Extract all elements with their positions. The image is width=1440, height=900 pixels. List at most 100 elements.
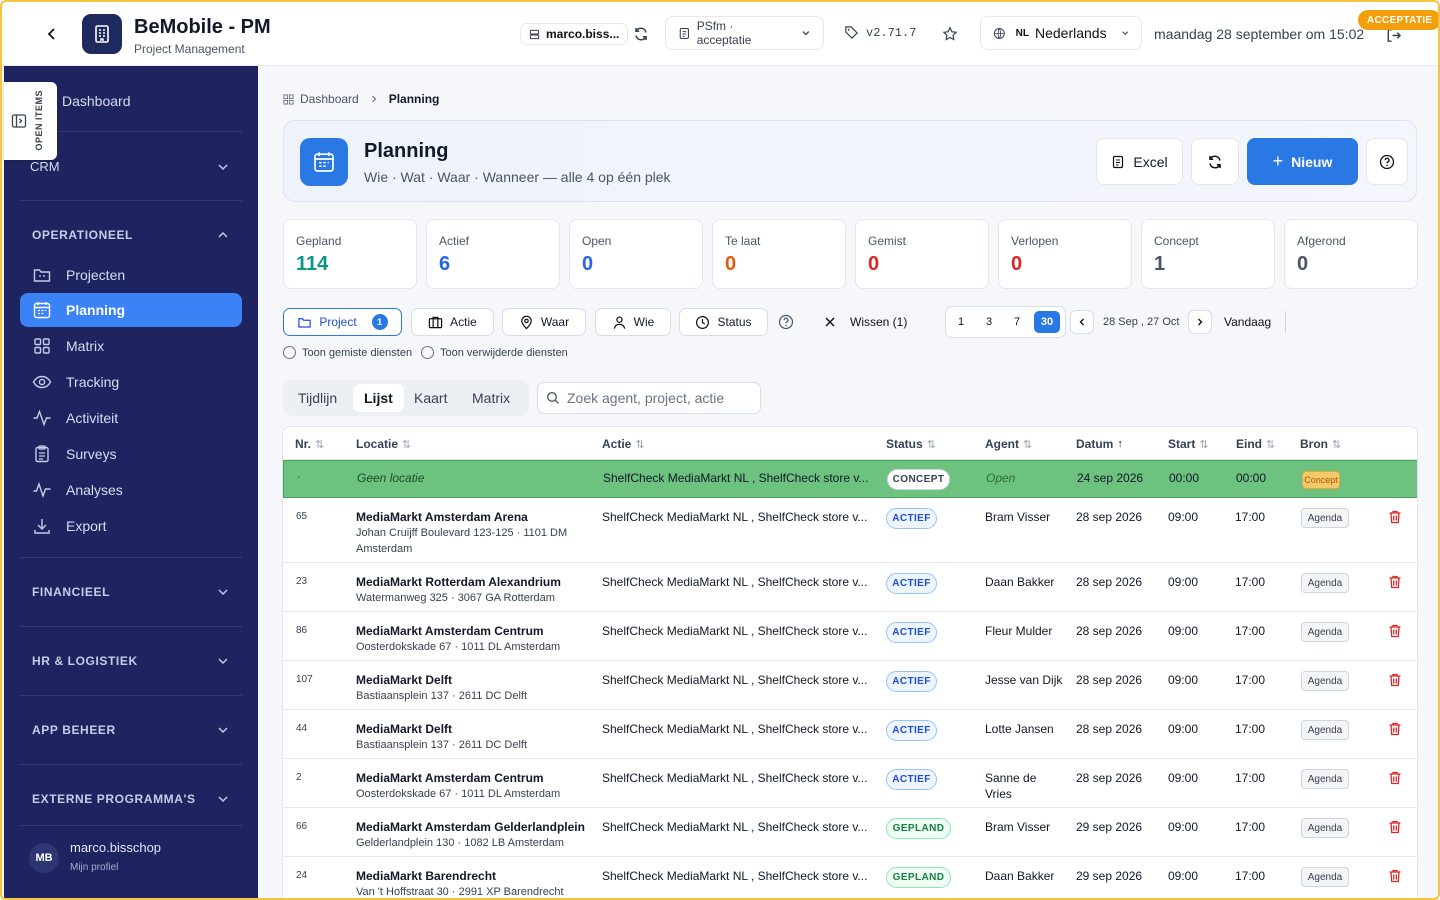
table-row[interactable]: 107 MediaMarkt Delft Bastiaansplein 137 · … [283, 661, 1417, 710]
stat-card-gemist[interactable]: Gemist 0 [855, 219, 989, 289]
sidebar-section-externe-programmas[interactable]: EXTERNE PROGRAMMA'S [32, 792, 196, 806]
tab-lijst[interactable]: Lijst [353, 384, 404, 412]
table-row[interactable]: 44 MediaMarkt Delft Bastiaansplein 137 · 2… [283, 710, 1417, 759]
breadcrumb-root[interactable]: Dashboard [300, 92, 359, 106]
range-3-days[interactable]: 3 [978, 311, 1000, 333]
new-button[interactable]: + Nieuw [1247, 138, 1358, 185]
table-row[interactable]: 65 MediaMarkt Amsterdam Arena Johan Cruijf… [283, 498, 1417, 563]
trash-icon[interactable] [1387, 574, 1403, 590]
range-7-days[interactable]: 7 [1006, 311, 1028, 333]
sidebar-item-analyses[interactable]: Analyses [20, 473, 242, 507]
chevron-down-icon[interactable] [216, 723, 230, 737]
stat-card-gepland[interactable]: Gepland 114 [283, 219, 417, 289]
app-logo[interactable] [82, 14, 122, 54]
previous-period-button[interactable] [1070, 310, 1094, 334]
source-agenda-button[interactable]: Agenda [1301, 671, 1349, 691]
chevron-down-icon[interactable] [216, 160, 230, 174]
source-agenda-button[interactable]: Agenda [1301, 573, 1349, 593]
favorite-button[interactable] [939, 23, 961, 45]
location-name[interactable]: MediaMarkt Delft [356, 721, 586, 737]
column-header-start[interactable]: Start ⇅ [1168, 437, 1209, 451]
tab-matrix[interactable]: Matrix [461, 384, 521, 412]
sidebar-section-hr-logistiek[interactable]: HR & LOGISTIEK [32, 654, 138, 668]
excel-button[interactable]: Excel [1096, 138, 1183, 185]
column-header-eind[interactable]: Eind ⇅ [1236, 437, 1275, 451]
sidebar-section-financieel[interactable]: FINANCIEEL [32, 585, 110, 599]
sidebar-item-projecten[interactable]: Projecten [20, 258, 242, 292]
next-period-button[interactable] [1188, 310, 1212, 334]
filter-help-button[interactable] [775, 311, 797, 333]
source-agenda-button[interactable]: Agenda [1301, 622, 1349, 642]
range-30-days[interactable]: 30 [1034, 311, 1060, 333]
chevron-down-icon[interactable] [216, 654, 230, 668]
chevron-down-icon[interactable] [216, 585, 230, 599]
stat-card-concept[interactable]: Concept 1 [1141, 219, 1275, 289]
stat-card-verlopen[interactable]: Verlopen 0 [998, 219, 1132, 289]
environment-select[interactable]: PSfm · acceptatie [665, 16, 824, 50]
range-1-day[interactable]: 1 [950, 311, 972, 333]
sidebar-item-tracking[interactable]: Tracking [20, 365, 242, 399]
filter-status[interactable]: Status [679, 308, 768, 336]
open-items-toggle[interactable]: OPEN ITEMS [4, 82, 57, 160]
avatar[interactable]: MB [29, 843, 59, 873]
show-missed-toggle[interactable]: Toon gemiste diensten [283, 346, 412, 359]
refresh-button[interactable] [1191, 138, 1239, 185]
sidebar-item-dashboard[interactable]: Dashboard [62, 93, 131, 109]
sidebar-item-export[interactable]: Export [20, 509, 242, 543]
chevron-up-icon[interactable] [216, 228, 230, 242]
filter-waar[interactable]: Waar [502, 308, 586, 336]
table-row[interactable]: 66 MediaMarkt Amsterdam Gelderlandplein Ge… [283, 808, 1417, 857]
location-name[interactable]: Geen locatie [357, 470, 587, 486]
filter-project[interactable]: Project 1 [283, 308, 402, 336]
source-agenda-button[interactable]: Agenda [1301, 818, 1349, 838]
location-name[interactable]: MediaMarkt Amsterdam Gelderlandplein [356, 819, 586, 835]
source-agenda-button[interactable]: Agenda [1301, 867, 1349, 887]
sidebar-section-app-beheer[interactable]: APP BEHEER [32, 723, 116, 737]
location-name[interactable]: MediaMarkt Amsterdam Arena [356, 509, 586, 525]
trash-icon[interactable] [1387, 623, 1403, 639]
column-header-status[interactable]: Status ⇅ [886, 437, 936, 451]
search-input[interactable] [567, 390, 737, 406]
column-header-datum[interactable]: Datum ↑ [1076, 437, 1123, 451]
trash-icon[interactable] [1387, 770, 1403, 786]
sidebar-item-activiteit[interactable]: Activiteit [20, 401, 242, 435]
filter-actie[interactable]: Actie [411, 308, 494, 336]
table-row[interactable]: 86 MediaMarkt Amsterdam Centrum Oosterdoks… [283, 612, 1417, 661]
clear-filters-button[interactable]: Wissen (1) [824, 315, 907, 329]
table-row[interactable]: 24 MediaMarkt Barendrecht Van 't Hoffstraa… [283, 857, 1417, 898]
location-name[interactable]: MediaMarkt Delft [356, 672, 586, 688]
stat-card-te-laat[interactable]: Te laat 0 [712, 219, 846, 289]
help-button[interactable] [1366, 138, 1408, 185]
sidebar-section-operationeel[interactable]: OPERATIONEEL [32, 228, 133, 242]
filter-wie[interactable]: Wie [595, 308, 671, 336]
refresh-session-button[interactable] [630, 23, 652, 45]
trash-icon[interactable] [1387, 509, 1403, 525]
location-name[interactable]: MediaMarkt Barendrecht [356, 868, 586, 884]
language-select[interactable]: NL Nederlands [980, 16, 1142, 50]
location-name[interactable]: MediaMarkt Amsterdam Centrum [356, 623, 586, 639]
table-row[interactable]: 2 MediaMarkt Amsterdam Centrum Oosterdoksk… [283, 759, 1417, 808]
tab-tijdlijn[interactable]: Tijdlijn [287, 384, 348, 412]
column-header-actie[interactable]: Actie ⇅ [602, 437, 645, 451]
source-agenda-button[interactable]: Agenda [1301, 508, 1349, 528]
stat-card-open[interactable]: Open 0 [569, 219, 703, 289]
source-agenda-button[interactable]: Agenda [1301, 769, 1349, 789]
trash-icon[interactable] [1387, 819, 1403, 835]
sidebar-item-planning[interactable]: Planning [20, 293, 242, 327]
sidebar-section-crm[interactable]: CRM [30, 159, 60, 174]
profile-link[interactable]: Mijn profiel [70, 862, 118, 873]
back-button[interactable] [40, 22, 64, 46]
trash-icon[interactable] [1387, 721, 1403, 737]
column-header-agent[interactable]: Agent ⇅ [985, 437, 1032, 451]
user-name[interactable]: marco.bisschop [70, 840, 161, 855]
show-deleted-toggle[interactable]: Toon verwijderde diensten [421, 346, 568, 359]
source-agenda-button[interactable]: Agenda [1301, 720, 1349, 740]
column-header-nr[interactable]: Nr. ⇅ [295, 437, 324, 451]
today-button[interactable]: Vandaag [1224, 315, 1271, 329]
sidebar-item-surveys[interactable]: Surveys [20, 437, 242, 471]
trash-icon[interactable] [1387, 672, 1403, 688]
chevron-down-icon[interactable] [216, 792, 230, 806]
table-row[interactable]: - Geen locatie ShelfCheck MediaMarkt NL , … [283, 460, 1417, 498]
stat-card-afgerond[interactable]: Afgerond 0 [1284, 219, 1418, 289]
trash-icon[interactable] [1387, 868, 1403, 884]
